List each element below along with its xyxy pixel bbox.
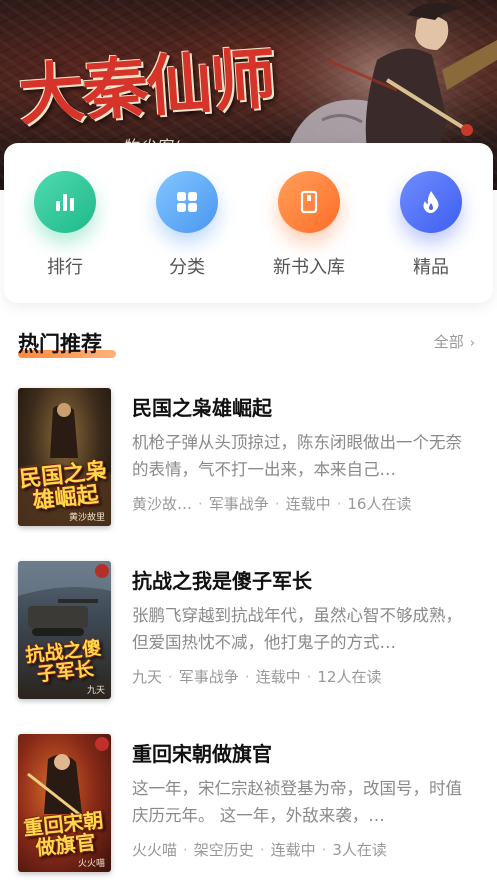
cover-author: 黄沙故里 (68, 513, 105, 523)
cover-author: 九天 (86, 686, 105, 696)
book-item[interactable]: 民国之枭雄崛起 黄沙故里 民国之枭雄崛起 机枪子弹从头顶掠过，陈东闭眼做出一个无… (0, 388, 497, 528)
book-meta: 火火喵 · 架空历史 · 连载中 · 3人在读 (132, 841, 387, 859)
cover-title: 民国之枭雄崛起 (18, 457, 109, 515)
book-readers: 16人在读 (347, 495, 412, 513)
book-title: 抗战之我是傻子军长 (132, 569, 312, 593)
chevron-right-icon: › (469, 336, 475, 351)
cover-author: 火火喵 (77, 859, 105, 869)
banner-title: 大秦仙师 (15, 39, 277, 135)
quick-nav-card: 排行 分类 新书入库 精品 (4, 143, 493, 303)
nav-ranking[interactable]: 排行 (4, 143, 126, 303)
book-title: 民国之枭雄崛起 (132, 396, 272, 420)
book-description: 这一年，宋仁宗赵祯登基为帝，改国号，时值庆历元年。 这一年，外敌来袭，… (132, 779, 462, 825)
book-cover: 民国之枭雄崛起 黄沙故里 (18, 388, 111, 526)
nav-featured[interactable]: 精品 (370, 143, 492, 303)
book-description: 机枪子弹从头顶掠过，陈东闭眼做出一个无奈的表情，气不打一出来，本来自己… (132, 433, 462, 479)
book-status: 连载中 (255, 668, 301, 686)
book-author: 火火喵 (132, 841, 178, 859)
book-description: 张鹏飞穿越到抗战年代，虽然心智不够成熟，但爱国热忱不减，他打鬼子的方式… (132, 606, 462, 652)
book-cover: 重回宋朝做旗官 火火喵 (18, 734, 111, 872)
book-status: 连载中 (285, 495, 331, 513)
new-book-icon (278, 171, 340, 233)
category-icon (156, 171, 218, 233)
nav-new-books-label: 新书入库 (273, 257, 345, 278)
cover-title: 重回宋朝做旗官 (22, 807, 105, 861)
book-category: 军事战争 (208, 495, 269, 513)
nav-category[interactable]: 分类 (126, 143, 248, 303)
book-category: 军事战争 (178, 668, 239, 686)
view-all-link[interactable]: 全部 › (434, 331, 475, 352)
hot-recommend-header: 热门推荐 全部 › (0, 320, 497, 364)
book-author: 九天 (132, 668, 163, 686)
book-author: 黄沙故… (132, 495, 193, 513)
ranking-icon (34, 171, 96, 233)
section-title: 热门推荐 (18, 332, 102, 356)
book-cover: 抗战之傻子军长 九天 (18, 561, 111, 699)
nav-category-label: 分类 (169, 257, 205, 278)
book-meta: 黄沙故… · 军事战争 · 连载中 · 16人在读 (132, 495, 412, 513)
book-status: 连载中 (270, 841, 316, 859)
book-category: 架空历史 (193, 841, 254, 859)
nav-ranking-label: 排行 (47, 257, 83, 278)
view-all-label: 全部 (433, 333, 464, 351)
nav-new-books[interactable]: 新书入库 (248, 143, 370, 303)
book-readers: 12人在读 (317, 668, 382, 686)
book-meta: 九天 · 军事战争 · 连载中 · 12人在读 (132, 668, 382, 686)
book-item[interactable]: 抗战之傻子军长 九天 抗战之我是傻子军长 张鹏飞穿越到抗战年代，虽然心智不够成熟… (0, 561, 497, 701)
book-item[interactable]: 重回宋朝做旗官 火火喵 重回宋朝做旗官 这一年，宋仁宗赵祯登基为帝，改国号，时值… (0, 734, 497, 874)
flame-icon (400, 171, 462, 233)
nav-featured-label: 精品 (413, 257, 449, 278)
book-readers: 3人在读 (332, 841, 387, 859)
book-title: 重回宋朝做旗官 (132, 742, 272, 766)
